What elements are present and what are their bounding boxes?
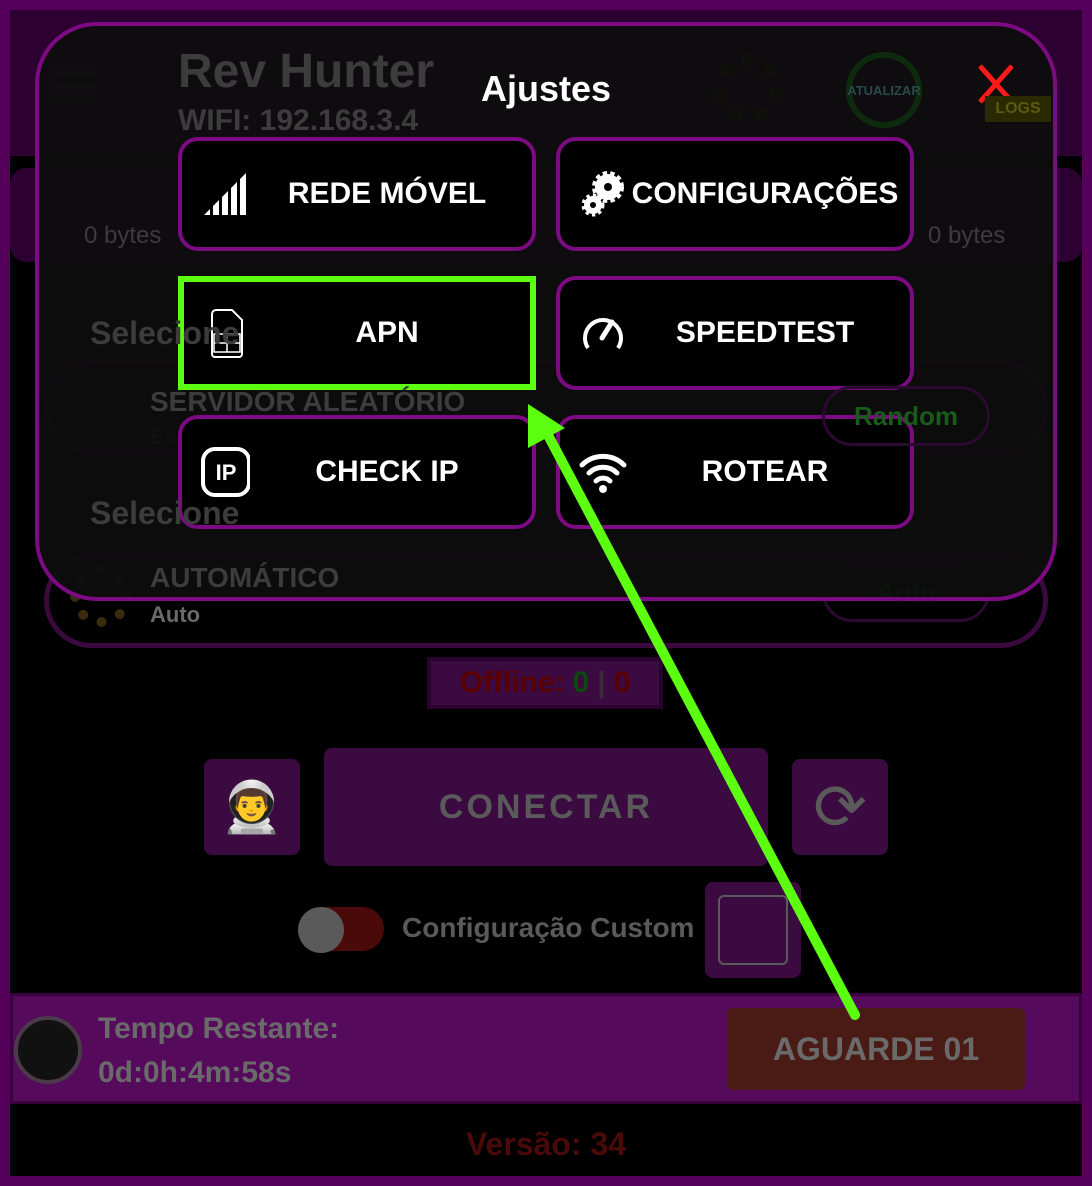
- time-label: Tempo Restante:: [98, 1012, 340, 1045]
- toggle-knob: [298, 907, 344, 953]
- wait-button[interactable]: AGUARDE 01: [727, 1008, 1025, 1090]
- time-value: 0d:0h:4m:58s: [98, 1056, 292, 1089]
- version-label: Versão: 34: [465, 1126, 627, 1162]
- close-x-icon: [978, 64, 1014, 104]
- astronaut-help-button[interactable]: 👨‍🚀: [204, 759, 300, 855]
- server-rack-icon: [718, 895, 788, 965]
- custom-config-label: Configuração Custom: [402, 912, 695, 943]
- speedtest-button[interactable]: SPEEDTEST: [556, 276, 914, 390]
- status-badge: Offline: 0 | 0: [427, 657, 663, 709]
- speedometer-icon: [578, 308, 628, 358]
- refresh-button[interactable]: ⟳: [792, 759, 888, 855]
- check-ip-button[interactable]: IP CHECK IP: [178, 415, 536, 529]
- rotear-button[interactable]: ROTEAR: [556, 415, 914, 529]
- ip-icon: IP: [200, 447, 250, 497]
- clock-icon: [14, 1016, 82, 1084]
- server-config-button[interactable]: [705, 882, 801, 978]
- wifi-icon: [578, 447, 628, 497]
- status-count-b: 0: [613, 666, 631, 699]
- connect-button[interactable]: CONECTAR: [324, 748, 768, 866]
- status-separator: |: [597, 666, 606, 699]
- signal-bars-icon: [200, 169, 250, 219]
- refresh-icon: ⟳: [813, 770, 867, 843]
- configuracoes-button[interactable]: CONFIGURAÇÕES: [556, 137, 914, 251]
- status-count-a: 0: [572, 666, 590, 699]
- rede-movel-button[interactable]: REDE MÓVEL: [178, 137, 536, 251]
- status-label: Offline:: [459, 666, 565, 699]
- apn-button[interactable]: APN: [178, 276, 536, 390]
- mode-sub: Auto: [150, 602, 201, 627]
- sim-card-icon: [202, 308, 252, 358]
- custom-config-toggle[interactable]: [298, 907, 384, 953]
- svg-text:IP: IP: [216, 460, 237, 485]
- gears-icon: [578, 169, 628, 219]
- astronaut-icon: 👨‍🚀: [220, 778, 284, 835]
- close-button[interactable]: [976, 62, 1016, 106]
